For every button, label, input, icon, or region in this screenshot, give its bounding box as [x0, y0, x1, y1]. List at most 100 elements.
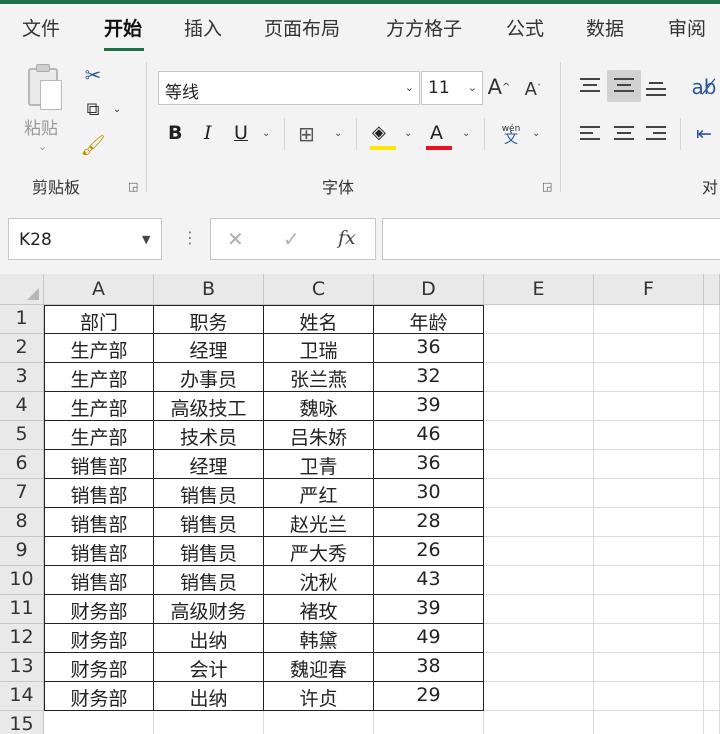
- row-header-12[interactable]: 12: [0, 624, 44, 653]
- fill-color-dropdown-icon[interactable]: ⌄: [404, 128, 412, 139]
- row-header-9[interactable]: 9: [0, 537, 44, 566]
- cell-b4[interactable]: 高级技工: [154, 392, 264, 421]
- cell-a14[interactable]: 财务部: [44, 682, 154, 711]
- cell-c5[interactable]: 吕朱娇: [264, 421, 374, 450]
- cell-partial[interactable]: [704, 682, 720, 711]
- formula-input[interactable]: [382, 218, 720, 260]
- cell-e7[interactable]: [484, 479, 594, 508]
- cell-d9[interactable]: 26: [374, 537, 484, 566]
- cell-c13[interactable]: 魏迎春: [264, 653, 374, 682]
- borders-dropdown-icon[interactable]: ⌄: [334, 128, 342, 139]
- enter-icon[interactable]: ✓: [283, 227, 300, 251]
- orientation-icon[interactable]: ab̸: [690, 72, 718, 102]
- column-header-e[interactable]: E: [484, 274, 594, 305]
- cell-e12[interactable]: [484, 624, 594, 653]
- cell-c14[interactable]: 许贞: [264, 682, 374, 711]
- cell-d11[interactable]: 39: [374, 595, 484, 624]
- worksheet-grid[interactable]: A B C D E F 1 部门 职务 姓名 年龄 2 生产部 经理 卫瑞 36 3 生产部 办事员 张兰燕 32 4 生产…: [0, 274, 720, 734]
- cell-b3[interactable]: 办事员: [154, 363, 264, 392]
- column-header-c[interactable]: C: [264, 274, 374, 305]
- cell-d5[interactable]: 46: [374, 421, 484, 450]
- align-center-icon[interactable]: [614, 126, 634, 142]
- underline-dropdown-icon[interactable]: ⌄: [262, 128, 270, 139]
- column-header-partial[interactable]: [704, 274, 720, 305]
- italic-button[interactable]: I: [204, 122, 212, 144]
- align-right-icon[interactable]: [646, 126, 666, 142]
- cell-partial[interactable]: [704, 508, 720, 537]
- cell-e13[interactable]: [484, 653, 594, 682]
- row-header-11[interactable]: 11: [0, 595, 44, 624]
- decrease-font-size-icon[interactable]: Aˇ: [520, 74, 546, 104]
- cell-f5[interactable]: [594, 421, 704, 450]
- cell-e2[interactable]: [484, 334, 594, 363]
- cell-a4[interactable]: 生产部: [44, 392, 154, 421]
- row-header-4[interactable]: 4: [0, 392, 44, 421]
- tab-home[interactable]: 开始: [104, 14, 142, 41]
- cell-a5[interactable]: 生产部: [44, 421, 154, 450]
- cell-b7[interactable]: 销售员: [154, 479, 264, 508]
- cell-f8[interactable]: [594, 508, 704, 537]
- cell-b1[interactable]: 职务: [154, 305, 264, 334]
- font-size-select[interactable]: 11 ⌄: [421, 71, 483, 105]
- cell-c1[interactable]: 姓名: [264, 305, 374, 334]
- cell-e9[interactable]: [484, 537, 594, 566]
- cell-c15[interactable]: [264, 711, 374, 734]
- cell-d15[interactable]: [374, 711, 484, 734]
- row-header-6[interactable]: 6: [0, 450, 44, 479]
- cell-b11[interactable]: 高级财务: [154, 595, 264, 624]
- cell-d12[interactable]: 49: [374, 624, 484, 653]
- row-header-8[interactable]: 8: [0, 508, 44, 537]
- cell-a13[interactable]: 财务部: [44, 653, 154, 682]
- cell-partial[interactable]: [704, 305, 720, 334]
- cell-b2[interactable]: 经理: [154, 334, 264, 363]
- cell-e1[interactable]: [484, 305, 594, 334]
- cell-f2[interactable]: [594, 334, 704, 363]
- font-name-select[interactable]: 等线 ⌄: [158, 71, 420, 105]
- cell-d14[interactable]: 29: [374, 682, 484, 711]
- cell-a2[interactable]: 生产部: [44, 334, 154, 363]
- cell-f12[interactable]: [594, 624, 704, 653]
- cell-b15[interactable]: [154, 711, 264, 734]
- cell-b13[interactable]: 会计: [154, 653, 264, 682]
- column-header-f[interactable]: F: [594, 274, 704, 305]
- formula-bar-resize-handle[interactable]: ⋮: [182, 228, 198, 247]
- cell-c7[interactable]: 严红: [264, 479, 374, 508]
- decrease-indent-icon[interactable]: ⇤: [690, 120, 718, 148]
- cell-d7[interactable]: 30: [374, 479, 484, 508]
- cell-c12[interactable]: 韩黛: [264, 624, 374, 653]
- cell-d2[interactable]: 36: [374, 334, 484, 363]
- row-header-14[interactable]: 14: [0, 682, 44, 711]
- row-header-3[interactable]: 3: [0, 363, 44, 392]
- cell-a15[interactable]: [44, 711, 154, 734]
- cell-d10[interactable]: 43: [374, 566, 484, 595]
- column-header-a[interactable]: A: [44, 274, 154, 305]
- cell-a1[interactable]: 部门: [44, 305, 154, 334]
- cell-d3[interactable]: 32: [374, 363, 484, 392]
- align-top-icon[interactable]: [580, 78, 600, 94]
- cell-f6[interactable]: [594, 450, 704, 479]
- row-header-10[interactable]: 10: [0, 566, 44, 595]
- cell-c3[interactable]: 张兰燕: [264, 363, 374, 392]
- row-header-13[interactable]: 13: [0, 653, 44, 682]
- align-left-icon[interactable]: [580, 126, 600, 142]
- cell-d4[interactable]: 39: [374, 392, 484, 421]
- cell-f13[interactable]: [594, 653, 704, 682]
- cell-partial[interactable]: [704, 566, 720, 595]
- copy-icon[interactable]: ⧉: [80, 96, 106, 122]
- tab-page-layout[interactable]: 页面布局: [264, 14, 340, 41]
- tab-fangfangezi[interactable]: 方方格子: [386, 14, 462, 41]
- cell-partial[interactable]: [704, 421, 720, 450]
- cell-f14[interactable]: [594, 682, 704, 711]
- cell-e6[interactable]: [484, 450, 594, 479]
- cell-a12[interactable]: 财务部: [44, 624, 154, 653]
- cell-a9[interactable]: 销售部: [44, 537, 154, 566]
- cell-e5[interactable]: [484, 421, 594, 450]
- clipboard-launcher-icon[interactable]: ◲: [128, 180, 138, 193]
- cell-c10[interactable]: 沈秋: [264, 566, 374, 595]
- font-color-dropdown-icon[interactable]: ⌄: [462, 128, 470, 139]
- cell-f11[interactable]: [594, 595, 704, 624]
- cell-b9[interactable]: 销售员: [154, 537, 264, 566]
- cell-e14[interactable]: [484, 682, 594, 711]
- row-header-7[interactable]: 7: [0, 479, 44, 508]
- cell-d8[interactable]: 28: [374, 508, 484, 537]
